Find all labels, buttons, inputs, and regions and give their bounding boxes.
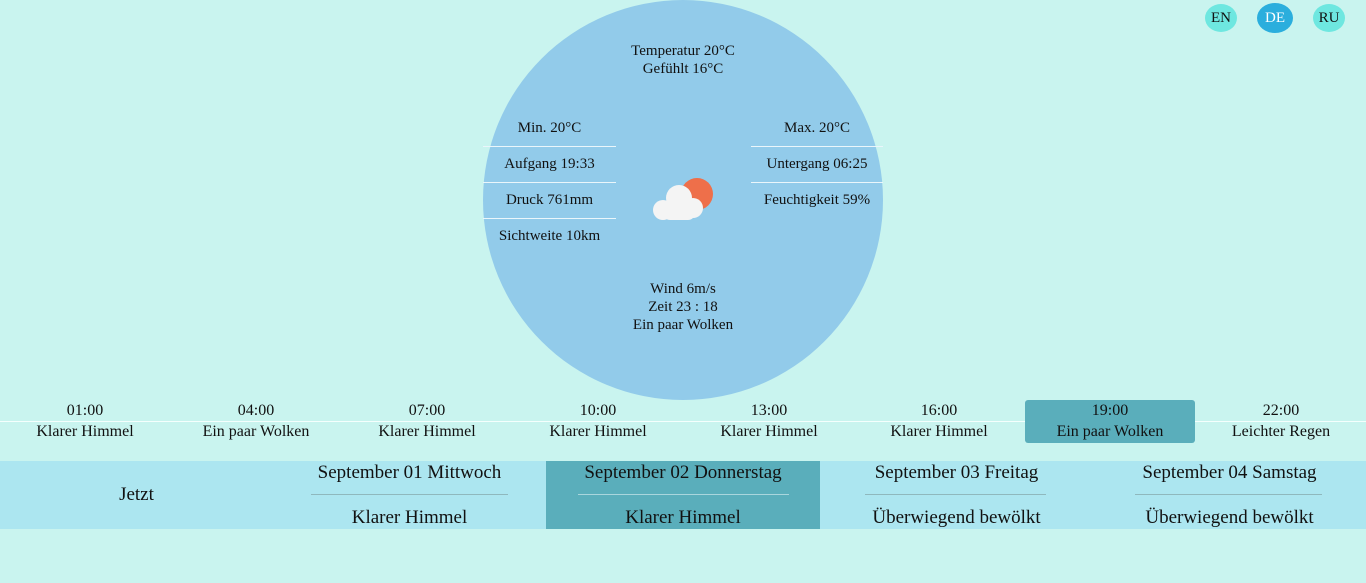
lang-en-button[interactable]: EN — [1205, 4, 1237, 32]
now-button[interactable]: Jetzt — [0, 461, 273, 529]
day-desc: Klarer Himmel — [351, 507, 468, 528]
day-separator — [1135, 494, 1322, 495]
hour-time: 16:00 — [920, 402, 958, 419]
daily-forecast: Jetzt September 01 Mittwoch Klarer Himme… — [0, 461, 1366, 529]
time-text: Zeit 23 : 18 — [648, 299, 718, 315]
wind-time-block: Wind 6m/s Zeit 23 : 18 Ein paar Wolken — [483, 280, 883, 334]
day-separator — [865, 494, 1046, 495]
day-separator — [311, 494, 508, 495]
day-date: September 03 Freitag — [874, 462, 1039, 483]
day-desc: Klarer Himmel — [625, 507, 741, 528]
hourly-item[interactable]: 01:00 Klarer Himmel — [0, 400, 170, 443]
day-separator — [578, 494, 789, 495]
day-desc: Überwiegend bewölkt — [1145, 507, 1314, 528]
hour-desc: Ein paar Wolken — [202, 423, 310, 440]
lang-ru-button[interactable]: RU — [1313, 4, 1345, 32]
current-weather-circle: Temperatur 20°C Gefühlt 16°C Min. 20°C A… — [483, 0, 883, 400]
feels-like-text: Gefühlt 16°C — [642, 61, 724, 77]
partly-cloudy-icon — [653, 178, 713, 220]
hour-desc: Klarer Himmel — [378, 423, 476, 440]
hour-time: 10:00 — [579, 402, 617, 419]
hour-time: 04:00 — [237, 402, 275, 419]
hourly-forecast: 01:00 Klarer Himmel 04:00 Ein paar Wolke… — [0, 400, 1366, 444]
pressure: Druck 761mm — [483, 183, 616, 219]
visibility: Sichtweite 10km — [498, 228, 601, 244]
hour-time: 07:00 — [408, 402, 446, 419]
sunrise: Aufgang 19:33 — [483, 147, 616, 183]
day-date: September 01 Mittwoch — [317, 462, 502, 483]
hour-desc: Ein paar Wolken — [1056, 423, 1164, 440]
sunset: Untergang 06:25 — [751, 147, 883, 183]
hourly-item[interactable]: 04:00 Ein paar Wolken — [171, 400, 341, 443]
hour-desc: Klarer Himmel — [549, 423, 647, 440]
hour-time: 19:00 — [1091, 402, 1129, 419]
hourly-item[interactable]: 07:00 Klarer Himmel — [342, 400, 512, 443]
hour-desc: Klarer Himmel — [720, 423, 818, 440]
daily-item-active[interactable]: September 02 Donnerstag Klarer Himmel — [546, 461, 820, 529]
weather-app: EN DE RU Temperatur 20°C Gefühlt 16°C Mi… — [0, 0, 1366, 583]
humidity: Feuchtigkeit 59% — [763, 192, 871, 208]
hourly-item[interactable]: 22:00 Leichter Regen — [1196, 400, 1366, 443]
daily-item[interactable]: September 03 Freitag Überwiegend bewölkt — [820, 461, 1093, 529]
hour-time: 13:00 — [750, 402, 788, 419]
max-temp: Max. 20°C — [751, 111, 883, 147]
day-date: September 02 Donnerstag — [584, 462, 782, 483]
lang-de-button[interactable]: DE — [1257, 3, 1293, 33]
hourly-item-active[interactable]: 19:00 Ein paar Wolken — [1025, 400, 1195, 443]
hour-time: 01:00 — [66, 402, 104, 419]
daily-item[interactable]: September 04 Samstag Überwiegend bewölkt — [1093, 461, 1366, 529]
day-desc: Überwiegend bewölkt — [872, 507, 1041, 528]
temperature-text: Temperatur 20°C — [631, 43, 735, 59]
hour-desc: Leichter Regen — [1231, 423, 1331, 440]
day-date: September 04 Samstag — [1142, 462, 1317, 483]
hourly-item[interactable]: 16:00 Klarer Himmel — [854, 400, 1024, 443]
min-temp: Min. 20°C — [483, 111, 616, 147]
temperature-block: Temperatur 20°C Gefühlt 16°C — [483, 42, 883, 78]
hourly-item[interactable]: 13:00 Klarer Himmel — [684, 400, 854, 443]
description-text: Ein paar Wolken — [632, 317, 734, 333]
wind-text: Wind 6m/s — [650, 281, 716, 297]
hour-desc: Klarer Himmel — [36, 423, 134, 440]
hour-time: 22:00 — [1262, 402, 1300, 419]
hourly-item[interactable]: 10:00 Klarer Himmel — [513, 400, 683, 443]
hour-desc: Klarer Himmel — [890, 423, 988, 440]
daily-item[interactable]: September 01 Mittwoch Klarer Himmel — [273, 461, 546, 529]
